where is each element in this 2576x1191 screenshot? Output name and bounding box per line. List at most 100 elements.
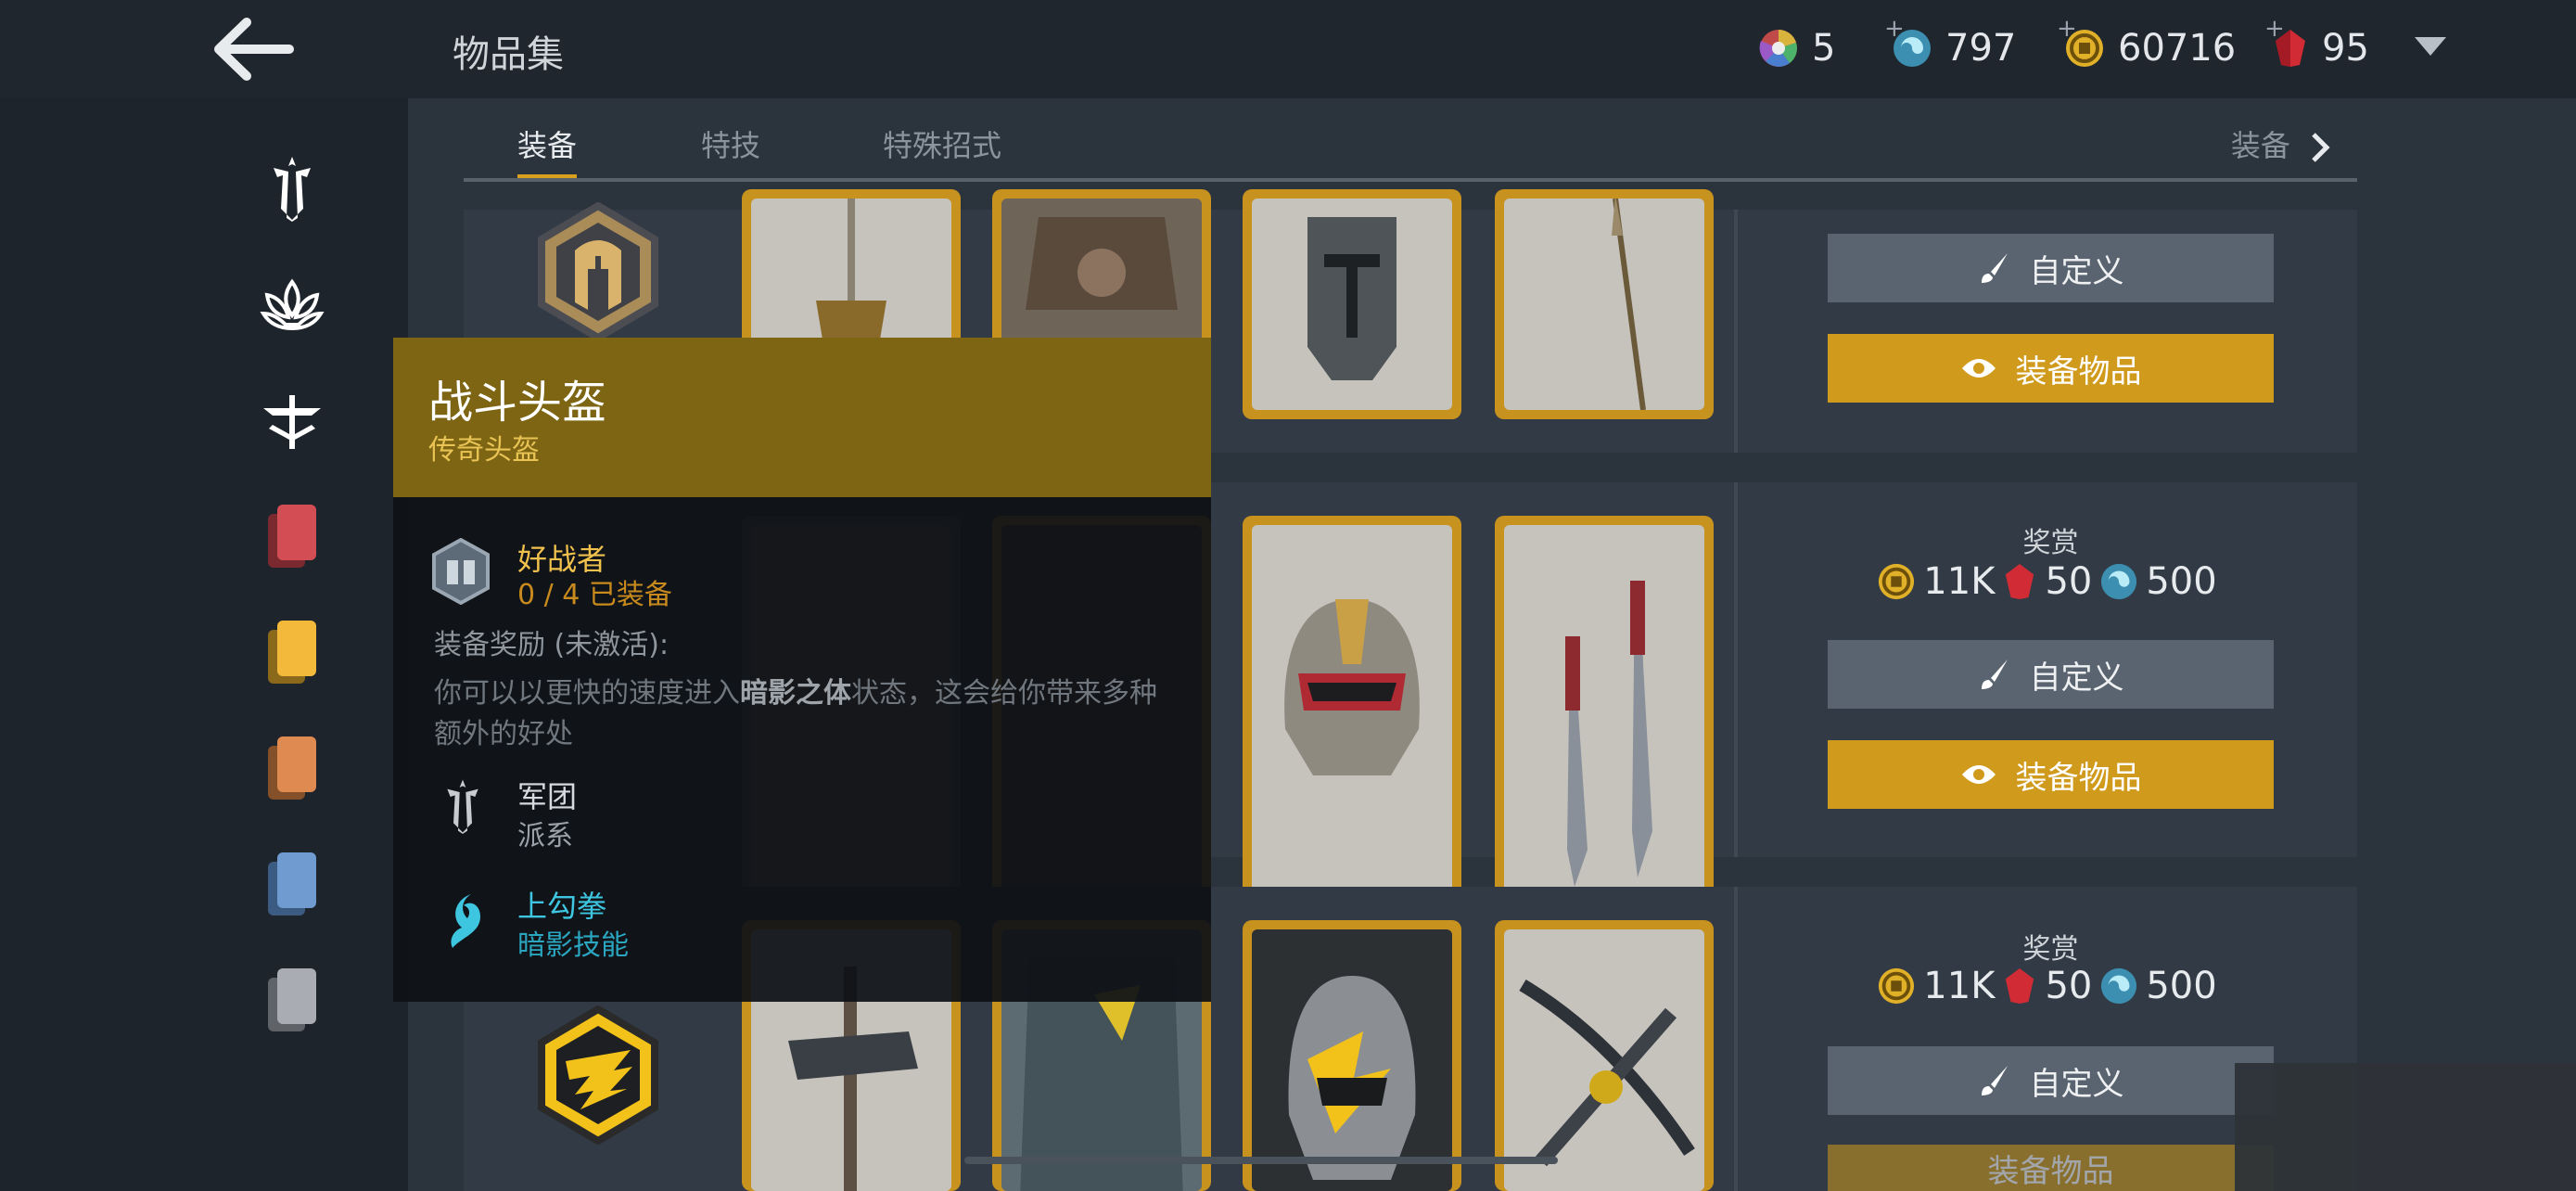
customize-label: 自定义 [2029,659,2124,697]
tab-special-moves[interactable]: 特殊招式 [883,122,1001,165]
equip-button[interactable]: 装备物品 [1828,740,2274,809]
set-progress: 0 / 4 已装备 [517,579,672,611]
sidebar-item-yellow-cards[interactable] [250,610,334,694]
horizontal-scrollbar[interactable] [964,1157,1558,1164]
item-card[interactable] [1243,920,1461,1191]
sidebar [0,98,408,1191]
reward-coins: 11K [1923,560,1996,603]
reward-orbs: 500 [2146,965,2217,1007]
item-card[interactable] [1495,516,1714,924]
orange-cards-icon [268,736,316,800]
customize-label: 自定义 [2029,252,2124,290]
color-wheel-icon [1759,30,1797,67]
gold-coin-icon [1879,967,1915,1005]
tab-perks[interactable]: 特技 [701,122,760,165]
steel-helmet-icon [1307,217,1396,380]
yellow-striped-helmet-icon [1288,976,1416,1180]
battle-helmet-icon [1284,599,1420,775]
equip-label: 装备物品 [2015,352,2142,391]
sidebar-item-lotus[interactable] [250,263,334,346]
row-divider [1734,482,1738,857]
chevron-right-icon [2312,133,2330,162]
tab-divider [464,178,2357,182]
grey-cards-icon [268,968,316,1031]
swirl-orb-icon [2101,967,2137,1005]
row-divider [1734,210,1738,453]
bonus-text-2: 状态，这会给你带来多种 [851,677,1157,710]
knight-helmet-emblem-icon [538,201,658,342]
red-gem-icon [2006,564,2034,599]
currency-value: 797 [1945,27,2017,70]
equip-button[interactable]: 装备物品 [1828,1145,2274,1191]
set-emblem-knight[interactable] [529,201,668,345]
eye-icon [1961,765,1996,784]
currency-red-gem[interactable]: + 95 [2264,15,2369,76]
legion-faction-icon [274,157,311,222]
shadow-skill-icon [451,894,480,948]
yellow-cards-icon [268,621,316,684]
currency-value: 5 [1812,27,1836,70]
eye-icon [1961,359,1996,378]
legion-faction-icon [447,779,478,834]
item-card[interactable] [1243,189,1461,419]
currency-swirl-orb[interactable]: + 797 [1884,15,2017,76]
currency-color-wheel[interactable]: 5 [1758,20,1835,76]
set-hex-icon [432,538,490,605]
reward-gems: 50 [2045,560,2093,603]
bonus-text-3: 额外的好处 [434,718,573,750]
row-divider [1734,887,1738,1191]
tab-equipment[interactable]: 装备 [517,122,577,165]
skill-type: 暗影技能 [517,929,629,962]
floating-overlay-button[interactable] [2235,1063,2576,1191]
red-gem-icon [2006,968,2034,1004]
set-emblem-yellow[interactable] [529,1005,668,1148]
customize-button[interactable]: 自定义 [1828,234,2274,302]
reward-line: 11K 50 500 [1828,965,2274,1007]
spear-icon [1612,198,1646,410]
bonus-keyword: 暗影之体 [740,677,851,710]
sidebar-item-red-cards[interactable] [250,494,334,578]
customize-button[interactable]: 自定义 [1828,640,2274,709]
currency-value: 95 [2322,27,2369,70]
page-title: 物品集 [453,33,564,76]
reward-title: 奖赏 [2022,933,2079,966]
blue-cards-icon [268,852,316,916]
currency-gold-coin[interactable]: + 60716 [2057,15,2237,76]
tab-next[interactable]: 装备 [2231,122,2331,165]
reward-orbs: 500 [2146,560,2217,603]
item-card[interactable] [1243,516,1461,924]
equip-button[interactable]: 装备物品 [1828,334,2274,403]
tab-bar: 装备 特技 特殊招式 装备 [464,98,2357,182]
red-cards-icon [268,505,316,568]
tooltip-item-rarity: 传奇头盔 [428,434,540,467]
dynasty-faction-icon [263,395,321,449]
sidebar-item-legion[interactable] [250,147,334,230]
bonus-description: 你可以以更快的速度进入暗影之体状态，这会给你带来多种额外的好处 [434,670,1194,751]
brush-icon [1981,1066,2008,1095]
faction-name: 军团 [517,779,578,814]
sidebar-item-grey-cards[interactable] [250,958,334,1042]
reward-title: 奖赏 [2022,527,2079,559]
crossbow-icon [1519,979,1695,1167]
item-card[interactable] [1495,920,1714,1191]
sidebar-item-dynasty[interactable] [250,378,334,462]
lotus-faction-icon [260,278,325,331]
gold-coin-icon [1879,563,1915,600]
sidebar-item-blue-cards[interactable] [250,842,334,926]
customize-button[interactable]: 自定义 [1828,1046,2274,1115]
chevron-down-icon[interactable] [2415,37,2446,56]
sidebar-item-orange-cards[interactable] [250,726,334,810]
item-card[interactable] [1495,189,1714,419]
reward-gems: 50 [2045,965,2093,1007]
currency-value: 60716 [2118,27,2237,70]
reward-coins: 11K [1923,965,1996,1007]
back-arrow-icon[interactable] [211,17,295,82]
bonus-text-1: 你可以以更快的速度进入 [434,677,740,710]
tooltip-item-name: 战斗头盔 [428,377,607,429]
customize-label: 自定义 [2029,1065,2124,1103]
skill-name: 上勾拳 [517,889,607,924]
swirl-orb-icon [2101,563,2137,600]
yellow-faction-emblem-icon [538,1005,658,1146]
bonus-title: 装备奖励 (未激活): [434,629,670,661]
equip-label: 装备物品 [1987,1152,2114,1190]
